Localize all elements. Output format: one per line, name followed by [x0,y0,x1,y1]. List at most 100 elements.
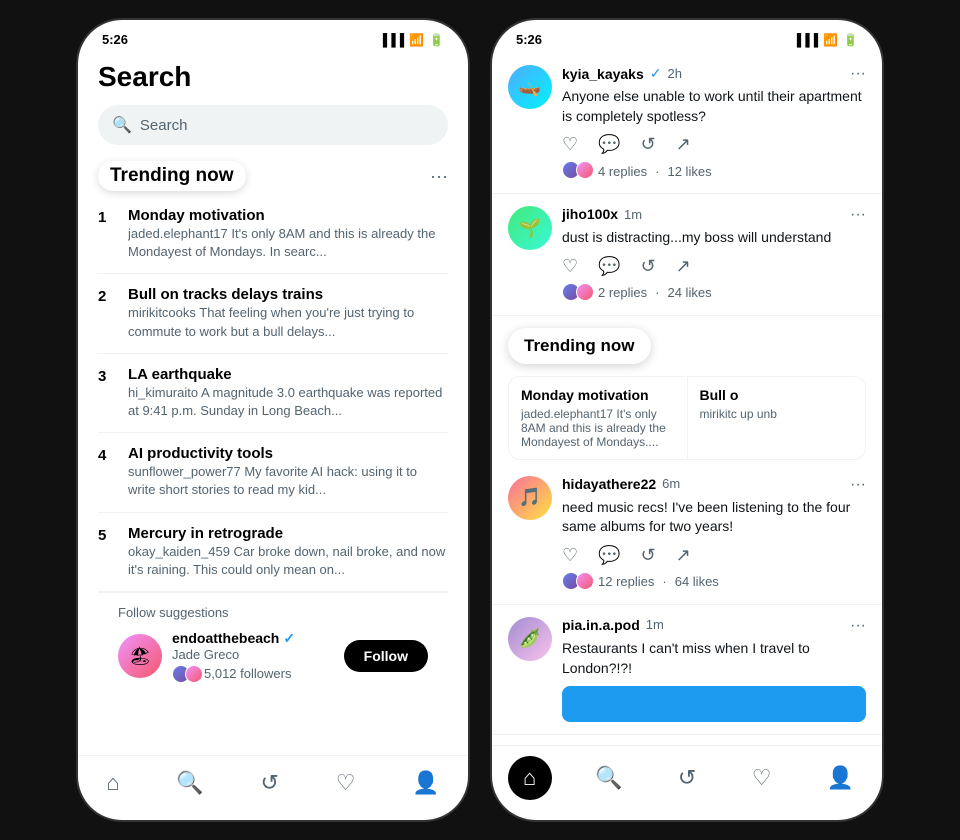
trend-content: LA earthquake hi_kimuraito A magnitude 3… [128,366,448,420]
trend-number: 1 [98,207,114,226]
tweet-time-2: 1m [624,207,642,222]
avatar-hida: 🎵 [508,476,552,520]
tweet-body-2: jiho100x 1m ··· dust is distracting...my… [562,206,866,303]
signal-icon: ▐▐▐ [379,33,405,47]
trending-card-2: Bull o mirikitc up unb [688,377,866,459]
tweet-header-2: jiho100x 1m ··· [562,206,866,224]
trend-desc: hi_kimuraito A magnitude 3.0 earthquake … [128,384,448,420]
trend-item[interactable]: 2 Bull on tracks delays trains mirikitco… [98,274,448,353]
trending-card-title-2: Bull o [700,387,854,403]
time-right: 5:26 [516,32,542,47]
tweet-more-3[interactable]: ··· [850,476,866,494]
follow-button[interactable]: Follow [344,640,428,672]
follow-meta: 5,012 followers [172,665,334,683]
retweet-icon-2[interactable]: ↺ [641,256,656,277]
tweet-verified-1: ✓ [650,65,662,82]
trend-title: Bull on tracks delays trains [128,286,448,303]
nav-home-active[interactable]: ⌂ [508,756,552,800]
nav-search[interactable]: 🔍 [164,766,215,800]
tweet-username-4: pia.in.a.pod [562,617,640,633]
search-icon: 🔍 [112,115,132,135]
tweet-actions-2: ♡ 💬 ↺ ↗ [562,256,866,277]
trends-list: 1 Monday motivation jaded.elephant17 It'… [98,195,448,592]
search-screen: Search 🔍 Search Trending now ··· 1 Monda… [78,53,468,755]
like-icon-3[interactable]: ♡ [562,545,578,566]
like-icon-2[interactable]: ♡ [562,256,578,277]
mini-avatar-2 [185,665,203,683]
trend-item[interactable]: 1 Monday motivation jaded.elephant17 It'… [98,195,448,274]
reply-icon-1[interactable]: 💬 [598,134,620,155]
trending-header: Trending now ··· [98,161,448,191]
reply-icon-3[interactable]: 💬 [598,545,620,566]
trend-number: 4 [98,445,114,464]
nav-search-right[interactable]: 🔍 [583,761,634,795]
retweet-icon-3[interactable]: ↺ [641,545,656,566]
trend-item[interactable]: 4 AI productivity tools sunflower_power7… [98,433,448,512]
trending-card-sub-1: jaded.elephant17 It's only 8AM and this … [521,407,675,449]
share-icon-2[interactable]: ↗ [676,256,691,277]
share-icon-3[interactable]: ↗ [676,545,691,566]
trending-cards-row: Monday motivation jaded.elephant17 It's … [508,376,866,460]
tweet-stats-1: 4 replies · 12 likes [562,161,866,181]
tweet-replies-1: 4 replies [598,164,647,179]
nav-notifications-right[interactable]: ↺ [666,761,708,795]
tweet-text-4: Restaurants I can't miss when I travel t… [562,639,866,678]
nav-home[interactable]: ⌂ [94,766,131,800]
tweet-more-4[interactable]: ··· [850,617,866,635]
trending-bubble: Trending now [508,328,651,364]
tweet-user-info-1: kyia_kayaks ✓ 2h [562,65,682,82]
tweet-body-3: hidayathere22 6m ··· need music recs! I'… [562,476,866,592]
tweet-3: 🎵 hidayathere22 6m ··· need music recs! … [492,464,882,605]
tweet-text-1: Anyone else unable to work until their a… [562,87,866,126]
tweet-text-3: need music recs! I've been listening to … [562,498,866,537]
avatar-pia: 🫛 [508,617,552,661]
trend-content: Mercury in retrograde okay_kaiden_459 Ca… [128,525,448,579]
share-icon-1[interactable]: ↗ [676,134,691,155]
tweet-likes-1: 12 likes [667,164,711,179]
tweet-user-info-3: hidayathere22 6m [562,476,680,492]
trending-label: Trending now [98,161,246,191]
trend-desc: jaded.elephant17 It's only 8AM and this … [128,225,448,261]
trend-number: 2 [98,286,114,305]
trending-more-icon[interactable]: ··· [430,166,448,187]
wifi-icon: 📶 [409,33,424,47]
tweet-user-info-2: jiho100x 1m [562,206,642,222]
trend-number: 5 [98,525,114,544]
trend-desc: okay_kaiden_459 Car broke down, nail bro… [128,543,448,579]
reply-avatars-1 [562,161,590,179]
battery-icon-right: 🔋 [843,33,858,47]
like-icon-1[interactable]: ♡ [562,134,578,155]
tweet-more-2[interactable]: ··· [850,206,866,224]
tweet-text-2: dust is distracting...my boss will under… [562,228,866,248]
trend-title: Monday motivation [128,207,448,224]
trend-item[interactable]: 3 LA earthquake hi_kimuraito A magnitude… [98,354,448,433]
retweet-icon-1[interactable]: ↺ [641,134,656,155]
search-bar[interactable]: 🔍 Search [98,105,448,145]
nav-profile[interactable]: 👤 [400,766,451,800]
trending-bubble-area: Trending now [492,316,882,376]
nav-profile-right[interactable]: 👤 [815,761,866,795]
feed-screen: 🛶 kyia_kayaks ✓ 2h ··· Anyone else unabl… [492,53,882,745]
right-phone: 5:26 ▐▐▐ 📶 🔋 🛶 kyia_kayaks ✓ 2h ··· Anyo… [492,20,882,820]
nav-likes[interactable]: ♡ [324,766,368,800]
trend-item[interactable]: 5 Mercury in retrograde okay_kaiden_459 … [98,513,448,592]
trending-section: Trending now ··· 1 Monday motivation jad… [78,149,468,755]
trend-content: Bull on tracks delays trains mirikitcook… [128,286,448,340]
wifi-icon-right: 📶 [823,33,838,47]
reply-icon-2[interactable]: 💬 [598,256,620,277]
follow-suggestions: Follow suggestions 🏖 endoatthebeach ✓ Ja… [98,592,448,695]
avatar: 🏖 [118,634,162,678]
tweet-stats-2: 2 replies · 24 likes [562,283,866,303]
tweet-actions-1: ♡ 💬 ↺ ↗ [562,134,866,155]
nav-notifications[interactable]: ↺ [249,766,291,800]
tweet-likes-3: 64 likes [675,574,719,589]
trend-desc: sunflower_power77 My favorite AI hack: u… [128,463,448,499]
follow-suggestions-label: Follow suggestions [118,605,428,620]
mutual-followers-avatars [172,665,198,683]
tweet-username-2: jiho100x [562,206,618,222]
nav-likes-right[interactable]: ♡ [740,761,784,795]
tweet-replies-3: 12 replies [598,574,654,589]
trend-content: AI productivity tools sunflower_power77 … [128,445,448,499]
tweet-more-1[interactable]: ··· [850,65,866,83]
tweet-time-4: 1m [646,617,664,632]
